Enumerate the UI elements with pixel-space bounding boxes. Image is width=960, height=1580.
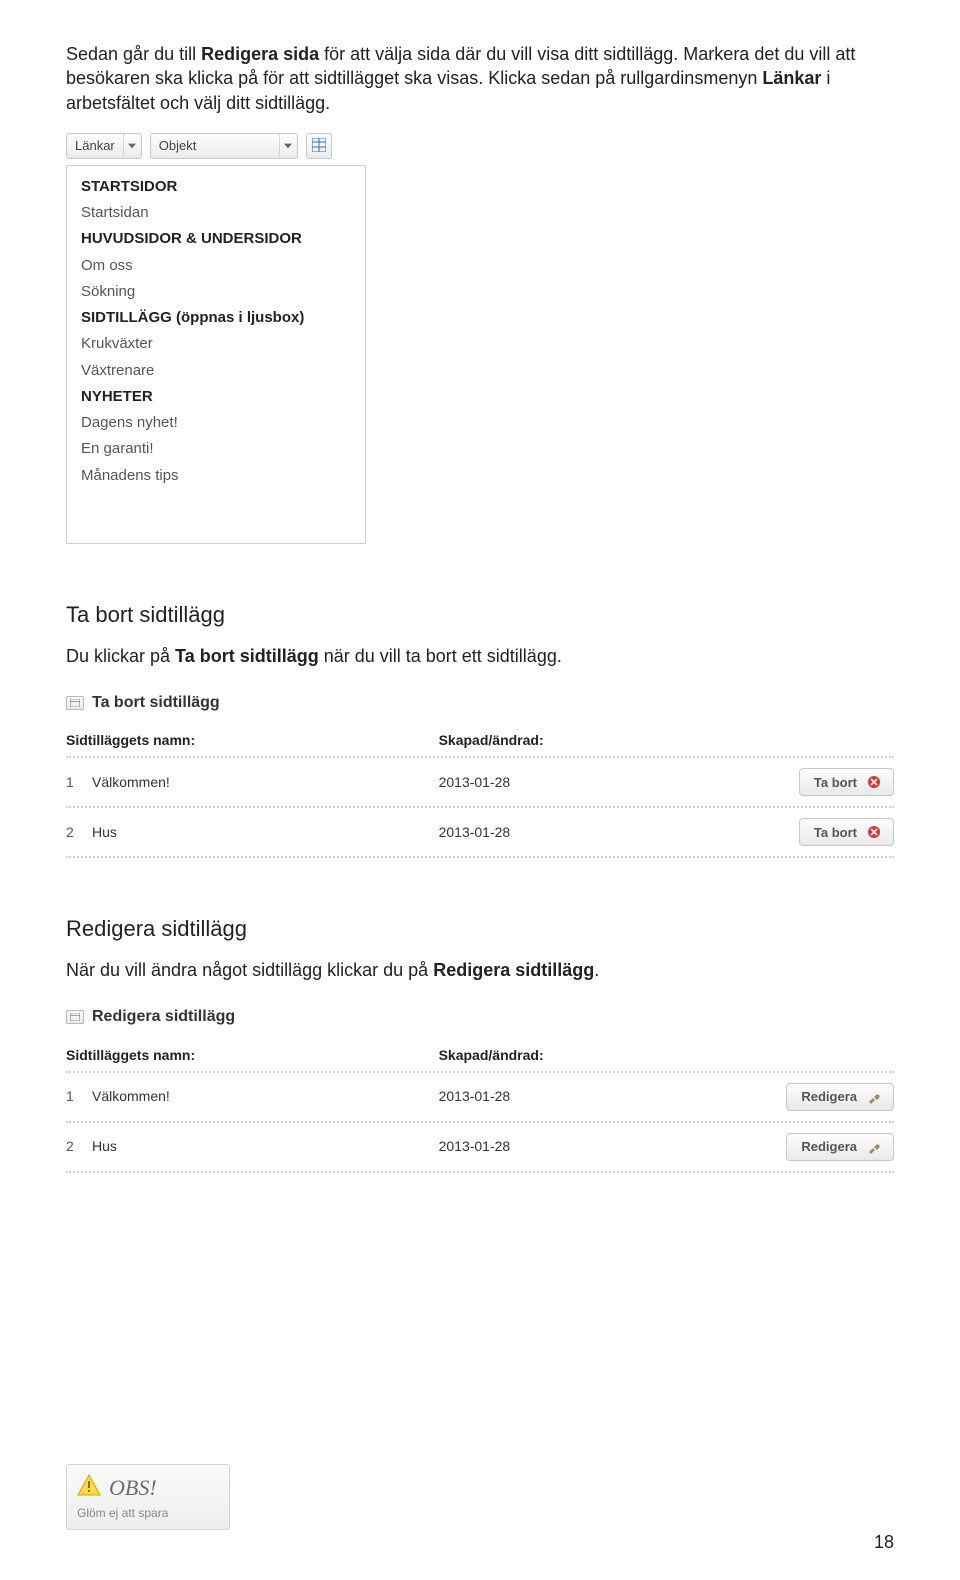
- delete-panel: Ta bort sidtillägg Sidtilläggets namn: S…: [66, 686, 894, 858]
- menu-group-header: HUVUDSIDOR & UNDERSIDOR: [67, 226, 365, 252]
- menu-item[interactable]: Växtrenare: [67, 358, 365, 384]
- row-date: 2013-01-28: [439, 1087, 754, 1106]
- object-dropdown-label: Objekt: [151, 137, 205, 155]
- row-name: Hus: [92, 823, 117, 842]
- row-name: Hus: [92, 1137, 117, 1156]
- edit-button-label: Redigera: [801, 1088, 857, 1106]
- panel-title-row: Redigera sidtillägg: [66, 1000, 894, 1038]
- menu-item[interactable]: Startsidan: [67, 200, 365, 226]
- obs-title: OBS!: [109, 1473, 157, 1503]
- col-date-header: Skapad/ändrad:: [439, 731, 754, 750]
- delete-button-label: Ta bort: [814, 824, 857, 842]
- delete-heading: Ta bort sidtillägg: [66, 600, 894, 630]
- panel-icon: [66, 1010, 84, 1024]
- table-icon: [312, 134, 326, 158]
- intro-paragraph: Sedan går du till Redigera sida för att …: [66, 42, 894, 115]
- edit-section: Redigera sidtillägg När du vill ändra nå…: [66, 914, 894, 1172]
- table-row: 1 Välkommen! 2013-01-28 Redigera: [66, 1071, 894, 1121]
- panel-title-row: Ta bort sidtillägg: [66, 686, 894, 724]
- delete-icon: [865, 773, 883, 791]
- edit-heading: Redigera sidtillägg: [66, 914, 894, 944]
- table-row: 2 Hus 2013-01-28 Ta bort: [66, 806, 894, 856]
- menu-item[interactable]: Dagens nyhet!: [67, 410, 365, 436]
- delete-button-label: Ta bort: [814, 774, 857, 792]
- row-index: 2: [66, 823, 82, 842]
- row-index: 1: [66, 773, 82, 792]
- obs-callout: OBS! Glöm ej att spara: [66, 1464, 230, 1530]
- insert-table-button[interactable]: [306, 133, 332, 159]
- table-row: 2 Hus 2013-01-28 Redigera: [66, 1121, 894, 1171]
- menu-item[interactable]: Månadens tips: [67, 463, 365, 489]
- row-index: 1: [66, 1087, 82, 1106]
- edit-button-label: Redigera: [801, 1138, 857, 1156]
- delete-paragraph: Du klickar på Ta bort sidtillägg när du …: [66, 644, 894, 668]
- table-header: Sidtilläggets namn: Skapad/ändrad:: [66, 1038, 894, 1071]
- col-name-header: Sidtilläggets namn:: [66, 731, 439, 750]
- row-name: Välkommen!: [92, 1087, 170, 1106]
- row-date: 2013-01-28: [439, 1137, 754, 1156]
- menu-group-header: STARTSIDOR: [67, 174, 365, 200]
- table-row: 1 Välkommen! 2013-01-28 Ta bort: [66, 756, 894, 806]
- obs-subtitle: Glöm ej att spara: [77, 1505, 217, 1521]
- menu-item[interactable]: Om oss: [67, 253, 365, 279]
- chevron-down-icon: [279, 134, 297, 158]
- col-name-header: Sidtilläggets namn:: [66, 1046, 439, 1065]
- edit-panel: Redigera sidtillägg Sidtilläggets namn: …: [66, 1000, 894, 1172]
- menu-group-header: NYHETER: [67, 384, 365, 410]
- row-date: 2013-01-28: [439, 773, 754, 792]
- links-dropdown-label: Länkar: [67, 137, 123, 155]
- edit-button[interactable]: Redigera: [786, 1083, 894, 1111]
- editor-toolbar: Länkar Objekt: [66, 133, 894, 159]
- menu-item[interactable]: En garanti!: [67, 436, 365, 462]
- panel-title-text: Ta bort sidtillägg: [92, 692, 220, 714]
- warning-icon: [77, 1474, 101, 1502]
- chevron-down-icon: [123, 134, 141, 158]
- menu-group-header: SIDTILLÄGG (öppnas i ljusbox): [67, 305, 365, 331]
- row-index: 2: [66, 1137, 82, 1156]
- wrench-icon: [865, 1088, 883, 1106]
- panel-title-text: Redigera sidtillägg: [92, 1006, 235, 1028]
- panel-icon: [66, 696, 84, 710]
- links-dropdown[interactable]: Länkar: [66, 133, 142, 159]
- delete-button[interactable]: Ta bort: [799, 768, 894, 796]
- edit-button[interactable]: Redigera: [786, 1133, 894, 1161]
- links-menu-panel: STARTSIDOR Startsidan HUVUDSIDOR & UNDER…: [66, 165, 366, 544]
- wrench-icon: [865, 1138, 883, 1156]
- delete-section: Ta bort sidtillägg Du klickar på Ta bort…: [66, 600, 894, 858]
- menu-item[interactable]: Sökning: [67, 279, 365, 305]
- col-date-header: Skapad/ändrad:: [439, 1046, 754, 1065]
- table-header: Sidtilläggets namn: Skapad/ändrad:: [66, 723, 894, 756]
- page-number: 18: [874, 1530, 894, 1554]
- row-name: Välkommen!: [92, 773, 170, 792]
- object-dropdown[interactable]: Objekt: [150, 133, 298, 159]
- edit-paragraph: När du vill ändra något sidtillägg klick…: [66, 958, 894, 982]
- delete-icon: [865, 823, 883, 841]
- menu-item[interactable]: Krukväxter: [67, 331, 365, 357]
- row-date: 2013-01-28: [439, 823, 754, 842]
- delete-button[interactable]: Ta bort: [799, 818, 894, 846]
